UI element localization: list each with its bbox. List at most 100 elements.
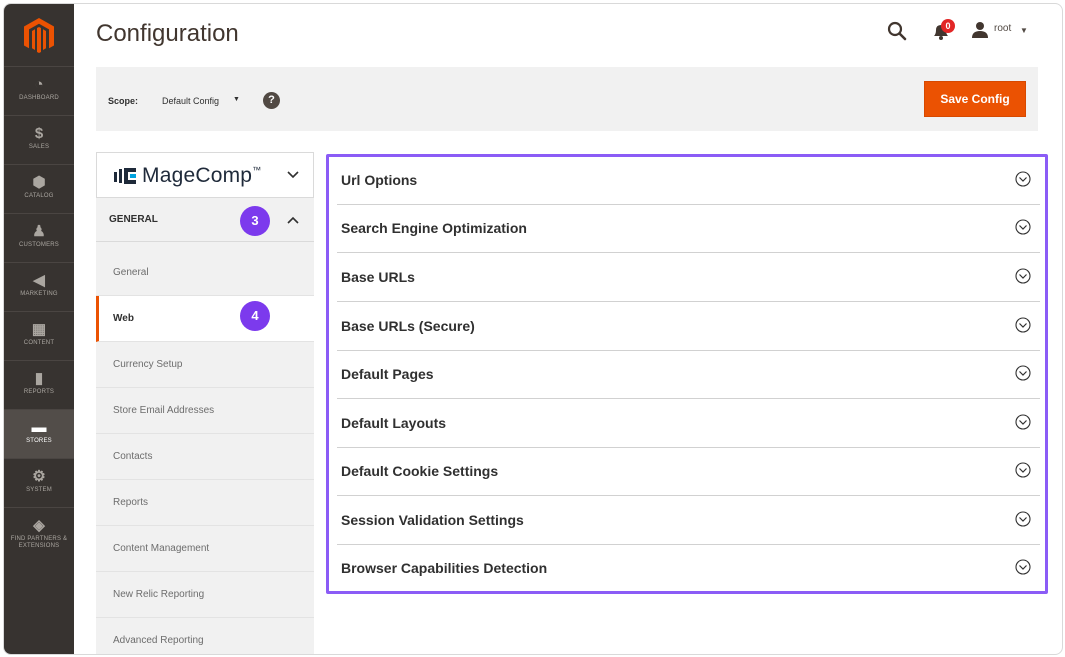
chevron-down-circle-icon[interactable] (1015, 171, 1031, 187)
section-base-urls-secure[interactable]: Base URLs (Secure) (337, 303, 1040, 351)
tab-item-content-management[interactable]: Content Management (96, 526, 314, 572)
nav-system[interactable]: ⚙ SYSTEM (4, 458, 74, 507)
section-title: Default Layouts (341, 415, 447, 431)
section-url-options[interactable]: Url Options (337, 157, 1040, 205)
nav-label: FIND PARTNERS & EXTENSIONS (10, 536, 68, 549)
bar-chart-icon: ▮ (34, 370, 44, 387)
chevron-down-icon[interactable]: ▼ (1020, 26, 1028, 35)
box-icon: ⬢ (32, 174, 46, 191)
magento-logo[interactable] (21, 16, 57, 56)
tab-item-label: Advanced Reporting (113, 635, 204, 646)
chevron-down-circle-icon[interactable] (1015, 462, 1031, 478)
tab-item-web[interactable]: Web (96, 296, 314, 342)
nav-label: DASHBOARD (19, 95, 59, 101)
chevron-down-circle-icon[interactable] (1015, 414, 1031, 430)
chevron-down-circle-icon[interactable] (1015, 268, 1031, 284)
section-browser-capabilities-detection[interactable]: Browser Capabilities Detection (337, 545, 1040, 593)
tab-section-general[interactable]: GENERAL (96, 198, 314, 242)
section-title: GENERAL (109, 214, 158, 225)
chevron-up-icon[interactable] (287, 216, 299, 224)
dollar-icon: $ (34, 125, 44, 142)
section-title: Default Cookie Settings (341, 463, 499, 479)
section-title: Browser Capabilities Detection (341, 560, 548, 576)
section-title: Url Options (341, 172, 418, 188)
brand-name-text: MageComp (142, 164, 253, 187)
tab-item-label: Web (113, 313, 134, 324)
tab-item-contacts[interactable]: Contacts (96, 434, 314, 480)
chevron-down-circle-icon[interactable] (1015, 559, 1031, 575)
nav-content[interactable]: ▦ CONTENT (4, 311, 74, 360)
page-title: Configuration (96, 20, 239, 47)
notification-badge: 0 (941, 19, 955, 33)
section-title: Search Engine Optimization (341, 220, 527, 236)
user-icon[interactable] (971, 21, 989, 39)
dashboard-icon: ◔ (34, 76, 44, 93)
person-icon: ♟ (32, 223, 46, 240)
chevron-down-icon[interactable]: ▼ (233, 96, 240, 103)
nav-label: MARKETING (20, 291, 58, 297)
admin-sidebar: ◔ DASHBOARD $ SALES ⬢ CATALOG ♟ CUSTOMER… (4, 4, 74, 654)
section-base-urls[interactable]: Base URLs (337, 254, 1040, 302)
chevron-down-circle-icon[interactable] (1015, 365, 1031, 381)
app-window: ◔ DASHBOARD $ SALES ⬢ CATALOG ♟ CUSTOMER… (3, 3, 1063, 655)
web-config-sections: Url Options Search Engine Optimization B… (326, 154, 1048, 594)
scope-bar: Scope: Default Config ▼ ? Save Config (96, 67, 1038, 131)
tab-item-advanced-reporting[interactable]: Advanced Reporting (96, 618, 314, 654)
tab-item-label: Content Management (113, 543, 210, 554)
nav-marketing[interactable]: ◀ MARKETING (4, 262, 74, 311)
section-title: Default Pages (341, 366, 434, 382)
search-icon[interactable] (887, 21, 907, 41)
megaphone-icon: ◀ (33, 272, 45, 289)
section-default-layouts[interactable]: Default Layouts (337, 400, 1040, 448)
magecomp-logo-icon (114, 168, 136, 184)
cube-icon: ◈ (33, 517, 45, 534)
nav-label: CONTENT (23, 340, 55, 346)
nav-label: SYSTEM (26, 487, 52, 493)
tab-item-label: Reports (113, 497, 149, 508)
section-default-pages[interactable]: Default Pages (337, 351, 1040, 399)
chevron-down-circle-icon[interactable] (1015, 219, 1031, 235)
save-config-button[interactable]: Save Config (924, 81, 1026, 117)
nav-label: REPORTS (23, 389, 55, 395)
brand-name: MageComp™ (142, 164, 261, 188)
section-search-engine-optimization[interactable]: Search Engine Optimization (337, 205, 1040, 253)
tab-item-store-email-addresses[interactable]: Store Email Addresses (96, 388, 314, 434)
nav-label: CATALOG (24, 193, 54, 199)
username[interactable]: root (994, 23, 1011, 34)
nav-label: STORES (26, 438, 52, 444)
tab-item-reports[interactable]: Reports (96, 480, 314, 526)
section-title: Base URLs (341, 269, 415, 285)
trademark: ™ (252, 165, 262, 175)
nav-stores[interactable]: ▬ STORES (4, 409, 74, 458)
step-marker: 3 (240, 206, 270, 236)
section-title: Base URLs (Secure) (341, 318, 475, 334)
nav-find-partners[interactable]: ◈ FIND PARTNERS & EXTENSIONS (4, 507, 74, 564)
step-marker: 4 (240, 301, 270, 331)
nav-label: SALES (28, 144, 50, 150)
chevron-down-icon[interactable] (287, 170, 299, 180)
nav-sales[interactable]: $ SALES (4, 115, 74, 164)
brand-tab[interactable]: MageComp™ (96, 152, 314, 198)
tab-item-label: New Relic Reporting (113, 589, 205, 600)
nav-customers[interactable]: ♟ CUSTOMERS (4, 213, 74, 262)
tab-item-label: General (113, 267, 149, 278)
tab-item-currency-setup[interactable]: Currency Setup (96, 342, 314, 388)
content-icon: ▦ (31, 321, 47, 338)
section-default-cookie-settings[interactable]: Default Cookie Settings (337, 448, 1040, 496)
section-title: Session Validation Settings (341, 512, 524, 528)
tab-item-label: Store Email Addresses (113, 405, 215, 416)
tab-item-new-relic-reporting[interactable]: New Relic Reporting (96, 572, 314, 618)
nav-reports[interactable]: ▮ REPORTS (4, 360, 74, 409)
tab-item-label: Currency Setup (113, 359, 183, 370)
store-icon: ▬ (31, 419, 47, 436)
chevron-down-circle-icon[interactable] (1015, 317, 1031, 333)
help-icon[interactable]: ? (263, 92, 280, 109)
chevron-down-circle-icon[interactable] (1015, 511, 1031, 527)
tab-item-general[interactable]: General (96, 250, 314, 296)
scope-switcher[interactable]: Default Config (162, 96, 219, 106)
nav-catalog[interactable]: ⬢ CATALOG (4, 164, 74, 213)
section-session-validation-settings[interactable]: Session Validation Settings (337, 497, 1040, 545)
config-tabs: MageComp™ GENERAL 3 General Web 4 Curren… (96, 152, 314, 654)
nav-dashboard[interactable]: ◔ DASHBOARD (4, 66, 74, 115)
tab-item-label: Contacts (113, 451, 153, 462)
